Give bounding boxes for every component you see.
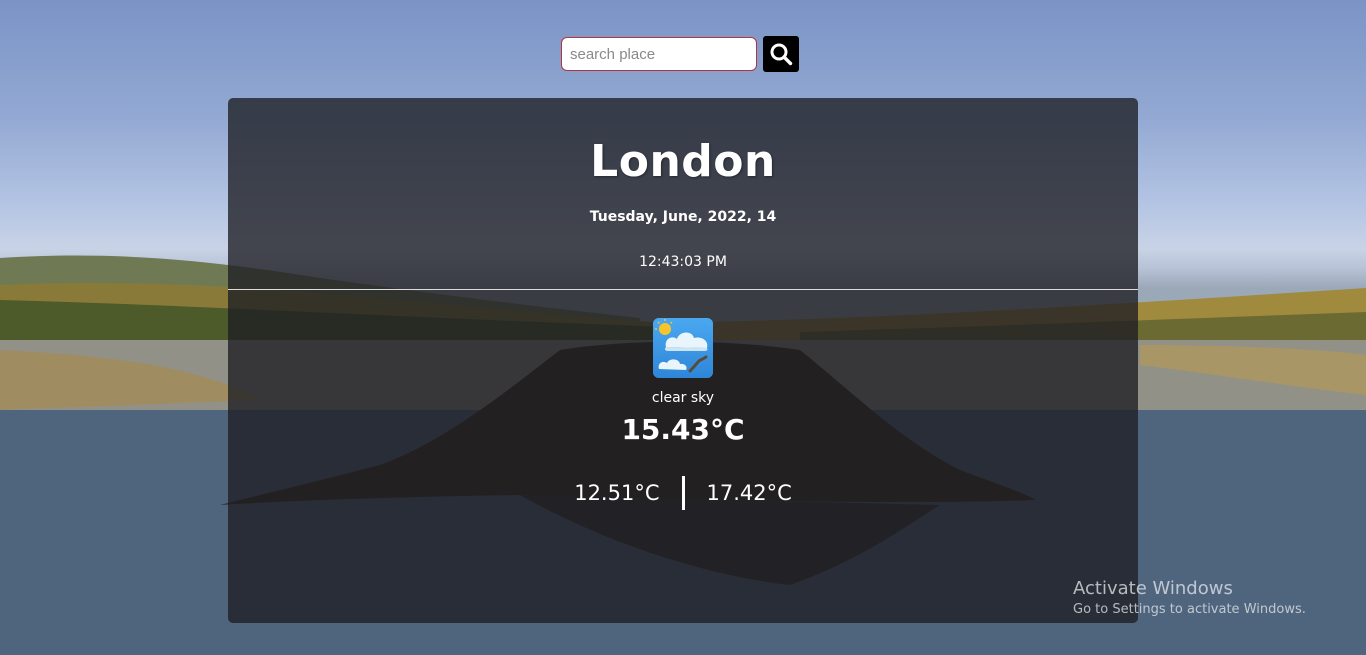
search-button[interactable] <box>763 36 799 72</box>
max-temperature: 17.42°C <box>706 481 792 505</box>
weather-description: clear sky <box>651 390 715 406</box>
date-text: Tuesday, June, 2022, 14 <box>589 209 777 225</box>
min-temperature: 12.51°C <box>574 481 660 505</box>
search-bar <box>561 36 799 72</box>
watermark-title: Activate Windows <box>1073 578 1233 599</box>
divider <box>228 289 1138 290</box>
city-name: London <box>590 136 776 187</box>
separator <box>681 476 685 510</box>
sun-behind-clouds-icon <box>653 318 713 378</box>
weather-card: London Tuesday, June, 2022, 14 12:43:03 … <box>228 98 1138 623</box>
time-text: 12:43:03 PM <box>639 254 727 270</box>
search-icon <box>770 43 793 66</box>
activate-windows-watermark: Activate Windows Go to Settings to activ… <box>1073 578 1306 617</box>
min-max-temperature: 12.51°C 17.42°C <box>228 476 1138 510</box>
current-temperature: 15.43°C <box>621 413 745 446</box>
watermark-subtitle: Go to Settings to activate Windows. <box>1073 602 1306 617</box>
search-input[interactable] <box>561 37 757 71</box>
